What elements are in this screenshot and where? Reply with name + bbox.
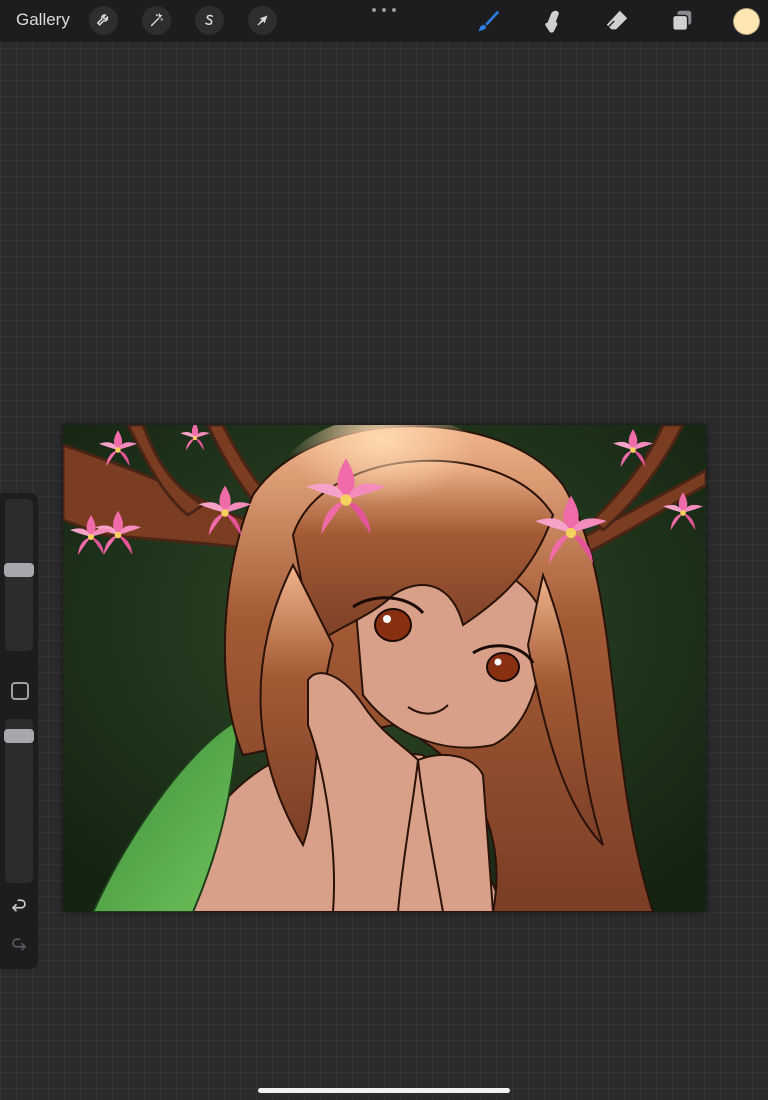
eraser-tool-button[interactable]	[603, 7, 631, 35]
wrench-icon	[96, 14, 109, 26]
home-indicator[interactable]	[258, 1088, 510, 1093]
artwork-illustration	[63, 425, 706, 912]
brush-size-thumb[interactable]	[4, 563, 34, 577]
more-options-icon[interactable]	[372, 4, 396, 16]
brush-tool-button[interactable]	[474, 7, 502, 35]
redo-arrow-icon	[12, 938, 27, 951]
magic-wand-icon	[150, 13, 163, 27]
brush-icon	[478, 10, 500, 32]
selection-s-icon	[205, 14, 214, 26]
undo-button[interactable]	[9, 897, 29, 917]
brush-sidebar	[0, 493, 38, 969]
transform-button[interactable]	[248, 6, 277, 35]
layers-icon	[672, 10, 692, 31]
selection-button[interactable]	[195, 6, 224, 35]
gallery-button[interactable]: Gallery	[16, 10, 70, 30]
opacity-slider[interactable]	[5, 719, 33, 883]
arrow-cursor-icon	[257, 15, 268, 26]
eraser-icon	[606, 10, 628, 30]
layers-button[interactable]	[668, 7, 696, 35]
artwork-canvas[interactable]	[63, 425, 706, 912]
top-toolbar: Gallery	[0, 0, 768, 42]
undo-arrow-icon	[11, 899, 26, 912]
opacity-thumb[interactable]	[4, 729, 34, 743]
redo-button[interactable]	[9, 936, 29, 956]
smudge-tool-button[interactable]	[539, 7, 567, 35]
color-picker-swatch[interactable]	[733, 8, 760, 35]
adjustments-button[interactable]	[142, 6, 171, 35]
smudge-finger-icon	[545, 10, 559, 33]
actions-button[interactable]	[89, 6, 118, 35]
square-outline-icon[interactable]	[11, 682, 29, 700]
